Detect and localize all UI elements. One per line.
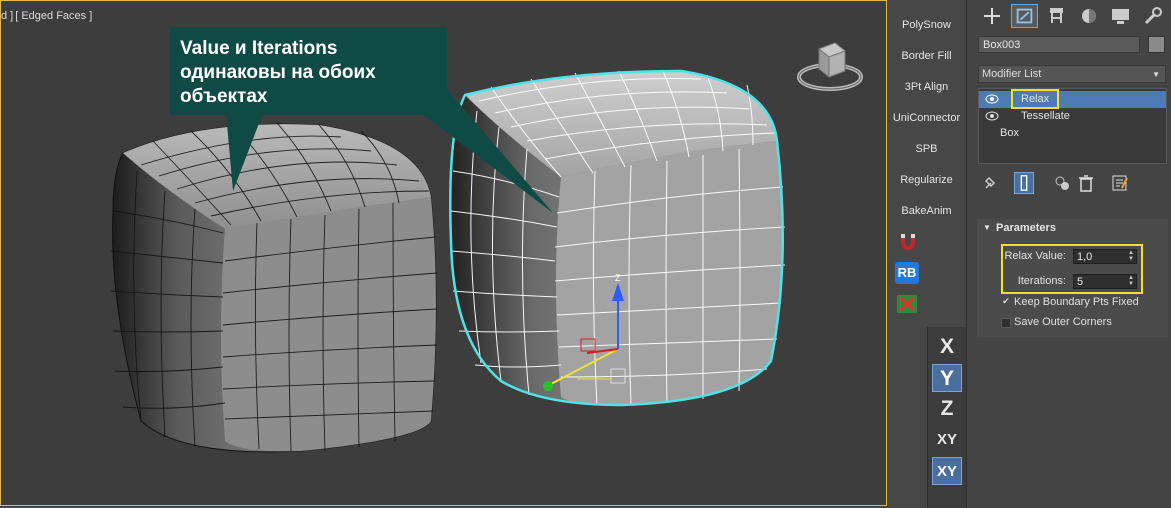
viewport-label[interactable]: d ][ Edged Faces ]	[1, 10, 94, 22]
trash-icon[interactable]	[1076, 172, 1096, 194]
display-icon[interactable]	[1107, 4, 1134, 28]
object-color-swatch[interactable]	[1148, 36, 1165, 53]
stack-label-tessellate: Tessellate	[1021, 110, 1070, 122]
viewport-label-prefix[interactable]: d ]	[1, 10, 13, 22]
spb-button[interactable]: SPB	[888, 143, 965, 155]
save-outer-corners-checkbox[interactable]	[1001, 318, 1011, 328]
axis-xy-cycle-button[interactable]: XY	[932, 457, 962, 485]
viewport-shading-mode[interactable]: [ Edged Faces ]	[15, 10, 92, 22]
highlight-frame	[1001, 244, 1143, 294]
stack-label-box: Box	[1000, 127, 1019, 139]
chevron-down-icon: ▼	[1152, 70, 1160, 79]
uniconnector-button[interactable]: UniConnector	[888, 112, 965, 124]
keep-boundary-checkbox[interactable]: ✔	[1001, 297, 1011, 307]
magnet-icon[interactable]	[895, 230, 919, 252]
keep-boundary-label: Keep Boundary Pts Fixed	[1014, 296, 1139, 308]
rb-icon[interactable]: RB	[895, 262, 919, 284]
axis-xy-button[interactable]: XY	[932, 426, 962, 454]
highlight-frame	[1011, 89, 1059, 109]
show-end-result-icon[interactable]	[1014, 172, 1034, 194]
right-box-object[interactable]	[449, 69, 786, 407]
create-icon[interactable]	[979, 4, 1006, 28]
axis-constraints-panel: X Y Z XY XY	[927, 327, 966, 508]
polysnow-button[interactable]: PolySnow	[888, 19, 965, 31]
eye-icon[interactable]	[985, 94, 999, 104]
axis-x-button[interactable]: X	[932, 333, 962, 361]
stack-tools	[978, 172, 1166, 194]
grid-select-icon[interactable]	[895, 293, 919, 315]
left-box-object[interactable]	[110, 122, 438, 453]
parameters-header[interactable]: ▼ Parameters	[977, 219, 1168, 237]
perspective-viewport[interactable]: Z d ][ Edged Faces ] Value и Iterations …	[0, 0, 887, 506]
bakeanim-button[interactable]: BakeAnim	[888, 205, 965, 217]
stack-item-box[interactable]: Box	[979, 125, 1166, 142]
save-outer-corners-label: Save Outer Corners	[1014, 316, 1112, 328]
configure-sets-icon[interactable]	[1110, 172, 1130, 194]
viewcube-icon[interactable]	[797, 37, 863, 95]
eye-icon[interactable]	[985, 111, 999, 121]
3pt-align-button[interactable]: 3Pt Align	[888, 81, 965, 93]
annotation-callout: Value и Iterations одинаковы на обоих об…	[170, 27, 447, 115]
border-fill-button[interactable]: Border Fill	[888, 50, 965, 62]
modify-icon[interactable]	[1011, 4, 1038, 28]
motion-icon[interactable]	[1075, 4, 1102, 28]
callout-text: Value и Iterations одинаковы на обоих об…	[180, 38, 376, 107]
regularize-button[interactable]: Regularize	[888, 174, 965, 186]
utilities-icon[interactable]	[1139, 4, 1166, 28]
command-panel-tabs	[973, 4, 1168, 28]
modifier-stack[interactable]: Relax Tessellate Box	[978, 88, 1167, 164]
object-name-field[interactable]: Box003	[978, 36, 1140, 53]
axis-y-button[interactable]: Y	[932, 364, 962, 392]
modifier-list-label: Modifier List	[982, 68, 1042, 80]
make-unique-icon[interactable]	[1052, 172, 1072, 194]
svg-text:Z: Z	[615, 273, 621, 283]
parameters-title: Parameters	[996, 222, 1056, 234]
command-panel: Box003 Modifier List ▼ Relax Tessellate …	[966, 0, 1171, 508]
axis-z-button[interactable]: Z	[932, 395, 962, 423]
collapse-icon: ▼	[983, 223, 991, 232]
modifier-list-dropdown[interactable]: Modifier List ▼	[978, 65, 1166, 83]
stack-item-relax[interactable]: Relax	[979, 91, 1166, 108]
stack-item-tessellate[interactable]: Tessellate	[979, 108, 1166, 125]
hierarchy-icon[interactable]	[1043, 4, 1070, 28]
pin-stack-icon[interactable]	[980, 172, 1000, 194]
parameters-rollout: ▼ Parameters Relax Value: 1,0 ▲ ▼ Iterati…	[977, 219, 1168, 337]
